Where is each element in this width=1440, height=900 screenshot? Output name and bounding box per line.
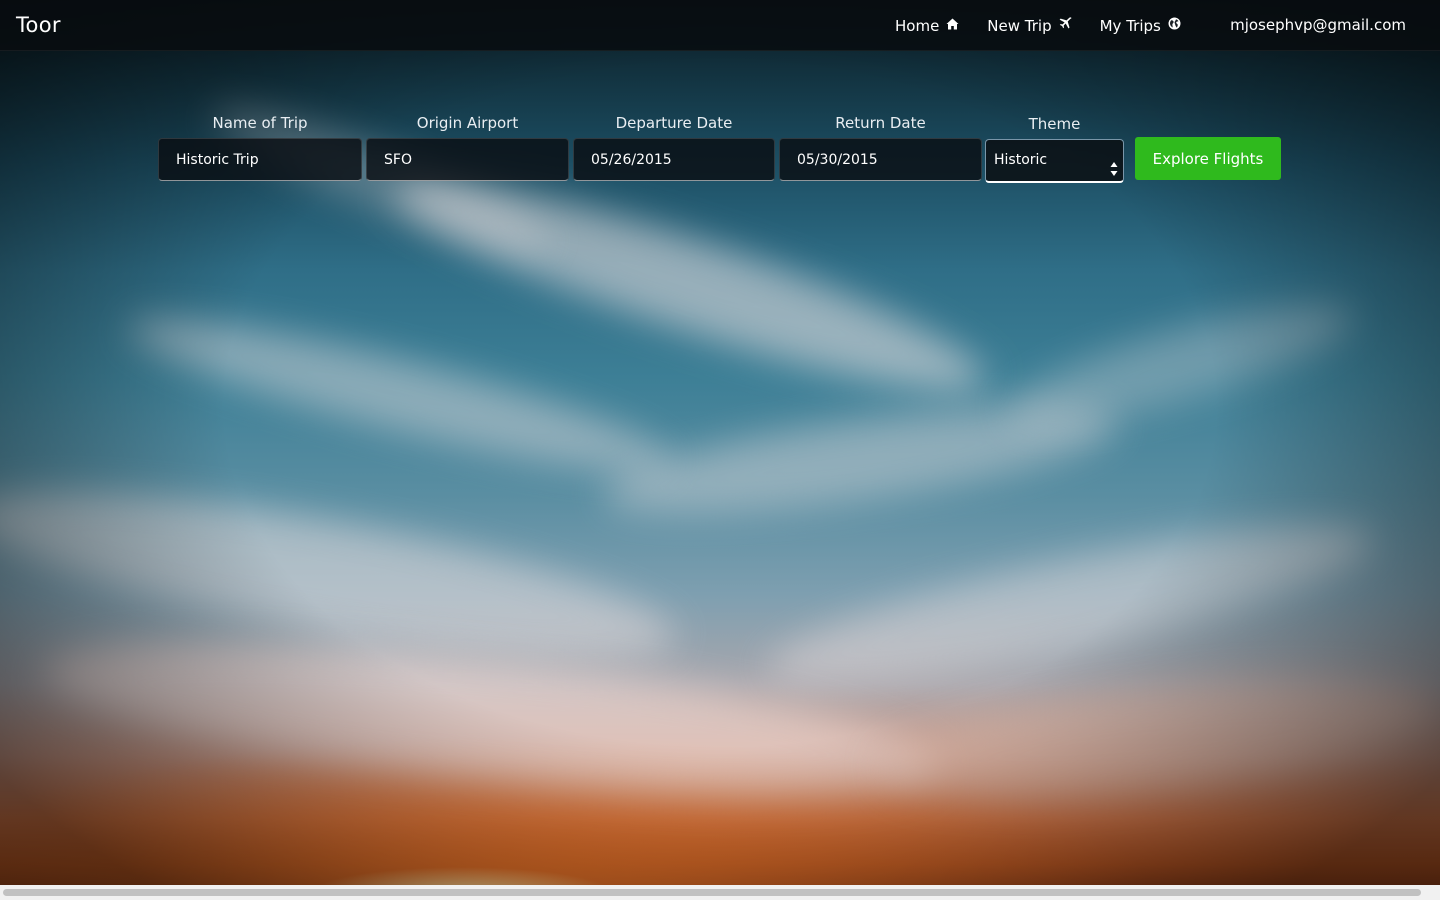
theme-select[interactable]: Historic <box>985 139 1124 183</box>
nav-item-label: Home <box>895 16 940 35</box>
horizontal-scrollbar[interactable] <box>0 885 1440 900</box>
trip-name-field-group: Name of Trip <box>158 112 362 181</box>
nav-item-new-trip[interactable]: New Trip <box>987 16 1072 35</box>
background-cloud <box>0 458 685 692</box>
trip-name-input[interactable] <box>158 138 362 181</box>
departure-label: Departure Date <box>615 114 733 132</box>
background-cloud <box>876 661 1440 819</box>
home-icon <box>946 18 959 34</box>
origin-label: Origin Airport <box>416 114 519 132</box>
trip-form: Name of Trip Origin Airport Departure Da… <box>158 112 1288 192</box>
scrollbar-thumb[interactable] <box>3 889 1421 896</box>
nav-links: Home New Trip My Trips <box>895 0 1209 51</box>
origin-field-group: Origin Airport <box>366 112 569 181</box>
brand-logo[interactable]: Toor <box>16 13 61 37</box>
return-label: Return Date <box>835 114 926 132</box>
nav-item-label: My Trips <box>1099 16 1161 35</box>
theme-selected-value: Historic <box>994 152 1048 168</box>
nav-item-home[interactable]: Home <box>895 17 959 35</box>
explore-flights-button[interactable]: Explore Flights <box>1135 137 1281 180</box>
return-date-input[interactable] <box>779 138 982 181</box>
page: Toor Home New Trip My Trips mjosephvp@gm… <box>0 0 1440 900</box>
theme-label: Theme <box>1028 115 1081 133</box>
departure-date-input[interactable] <box>573 138 775 181</box>
globe-icon <box>1168 17 1181 34</box>
trip-name-label: Name of Trip <box>212 114 308 132</box>
top-navbar: Toor Home New Trip My Trips mjosephvp@gm… <box>0 0 1440 51</box>
background-cloud <box>596 384 1124 536</box>
background-cloud <box>36 613 944 827</box>
departure-field-group: Departure Date <box>573 112 775 181</box>
select-arrows-icon <box>1110 153 1118 176</box>
nav-item-label: New Trip <box>987 16 1052 35</box>
background-cloud <box>757 496 1383 714</box>
user-email-menu[interactable]: mjosephvp@gmail.com <box>1230 16 1406 34</box>
plane-icon <box>1059 17 1072 34</box>
nav-item-my-trips[interactable]: My Trips <box>1100 17 1181 35</box>
return-field-group: Return Date <box>779 112 982 181</box>
origin-airport-input[interactable] <box>366 138 569 181</box>
background-cloud <box>119 293 681 497</box>
background-cloud <box>997 281 1363 449</box>
theme-field-group: Theme Historic <box>985 112 1124 183</box>
